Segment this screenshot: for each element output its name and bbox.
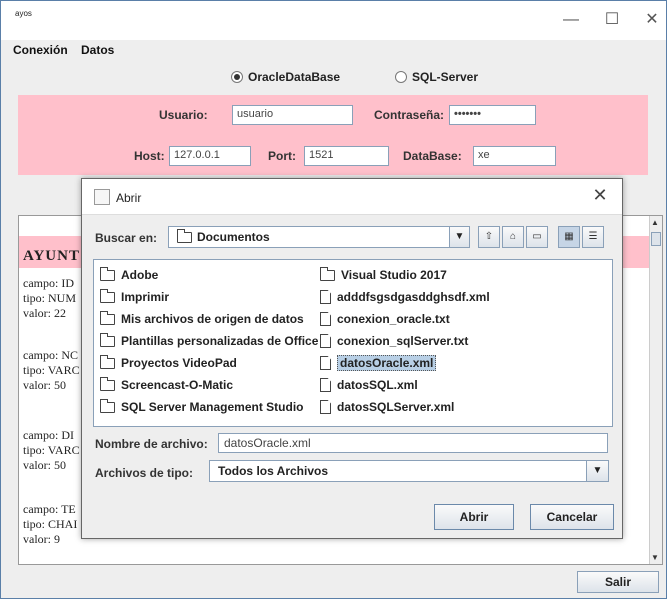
close-button[interactable]: ✕ bbox=[637, 9, 667, 31]
output-line: campo: NC bbox=[23, 348, 78, 362]
output-line: campo: TE bbox=[23, 502, 76, 516]
menu-datos[interactable]: Datos bbox=[81, 43, 114, 57]
port-input[interactable]: 1521 bbox=[304, 146, 389, 166]
minimize-button[interactable]: — bbox=[556, 9, 586, 31]
output-line: tipo: VARC bbox=[23, 443, 80, 457]
new-folder-icon[interactable]: ▭ bbox=[526, 226, 548, 248]
details-view-icon[interactable]: ☰ bbox=[582, 226, 604, 248]
db-type-selector: OracleDataBase SQL-Server bbox=[0, 66, 667, 90]
user-label: Usuario: bbox=[159, 108, 208, 122]
database-input[interactable]: xe bbox=[473, 146, 556, 166]
open-file-dialog: Abrir ✕ Buscar en: Documentos ▼ ⇧ ⌂ ▭ ▦ … bbox=[81, 178, 623, 539]
output-line: valor: 22 bbox=[23, 306, 66, 320]
file-icon bbox=[320, 356, 331, 370]
filename-label: Nombre de archivo: bbox=[95, 437, 208, 451]
cancel-button[interactable]: Cancelar bbox=[530, 504, 614, 530]
look-in-label: Buscar en: bbox=[95, 231, 158, 245]
up-folder-icon[interactable]: ⇧ bbox=[478, 226, 500, 248]
title-bar: ayos — ☐ ✕ bbox=[0, 0, 667, 40]
oracle-radio[interactable]: OracleDataBase bbox=[231, 70, 340, 84]
file-icon bbox=[320, 290, 331, 304]
list-item[interactable]: conexion_oracle.txt bbox=[320, 310, 450, 328]
list-item[interactable]: Plantillas personalizadas de Office bbox=[100, 332, 318, 350]
home-icon[interactable]: ⌂ bbox=[502, 226, 524, 248]
folder-icon bbox=[100, 376, 115, 391]
menu-bar: Conexión Datos bbox=[0, 40, 667, 62]
list-item[interactable]: Screencast-O-Matic bbox=[100, 376, 233, 394]
list-item[interactable]: SQL Server Management Studio bbox=[100, 398, 304, 416]
database-label: DataBase: bbox=[403, 149, 462, 163]
output-line: valor: 50 bbox=[23, 458, 66, 472]
list-item[interactable]: conexion_sqlServer.txt bbox=[320, 332, 468, 350]
output-line: campo: DI bbox=[23, 428, 74, 442]
scroll-thumb[interactable] bbox=[651, 232, 661, 246]
folder-icon bbox=[100, 332, 115, 347]
open-button[interactable]: Abrir bbox=[434, 504, 514, 530]
output-heading: AYUNT bbox=[23, 248, 80, 264]
folder-icon bbox=[100, 354, 115, 369]
salir-button[interactable]: Salir bbox=[577, 571, 659, 593]
file-list[interactable]: Adobe Imprimir Mis archivos de origen de… bbox=[93, 259, 613, 427]
list-item[interactable]: datosSQL.xml bbox=[320, 376, 418, 394]
list-item[interactable]: Proyectos VideoPad bbox=[100, 354, 237, 372]
list-item-selected[interactable]: datosOracle.xml bbox=[320, 354, 437, 372]
port-label: Port: bbox=[268, 149, 296, 163]
sqlserver-radio-label: SQL-Server bbox=[412, 70, 479, 84]
file-icon bbox=[320, 312, 331, 326]
file-icon bbox=[320, 378, 331, 392]
folder-icon bbox=[320, 266, 335, 281]
list-item[interactable]: Visual Studio 2017 bbox=[320, 266, 447, 284]
password-input[interactable]: ••••••• bbox=[449, 105, 536, 125]
radio-selected-icon bbox=[231, 71, 243, 83]
folder-icon bbox=[100, 288, 115, 303]
filetype-combo[interactable]: Todos los Archivos ▼ bbox=[209, 460, 609, 482]
dialog-title-bar: Abrir ✕ bbox=[82, 179, 622, 215]
output-line: tipo: VARC bbox=[23, 363, 80, 377]
folder-icon bbox=[177, 229, 192, 243]
filetype-value: Todos los Archivos bbox=[218, 464, 329, 478]
output-scrollbar[interactable]: ▲ ▼ bbox=[649, 216, 662, 564]
user-input[interactable]: usuario bbox=[232, 105, 353, 125]
radio-unselected-icon bbox=[395, 71, 407, 83]
filetype-label: Archivos de tipo: bbox=[95, 466, 194, 480]
output-line: tipo: NUM bbox=[23, 291, 77, 305]
password-label: Contraseña: bbox=[374, 108, 445, 122]
connection-panel: Usuario: usuario Contraseña: ••••••• Hos… bbox=[18, 95, 648, 175]
list-item[interactable]: Adobe bbox=[100, 266, 158, 284]
host-input[interactable]: 127.0.0.1 bbox=[169, 146, 251, 166]
chevron-down-icon[interactable]: ▼ bbox=[586, 461, 608, 481]
folder-icon bbox=[100, 266, 115, 281]
menu-conexion[interactable]: Conexión bbox=[13, 43, 68, 57]
dialog-close-button[interactable]: ✕ bbox=[588, 185, 612, 206]
sqlserver-radio[interactable]: SQL-Server bbox=[395, 70, 478, 84]
list-view-icon[interactable]: ▦ bbox=[558, 226, 580, 248]
look-in-combo[interactable]: Documentos ▼ bbox=[168, 226, 470, 248]
folder-icon bbox=[100, 310, 115, 325]
list-item[interactable]: datosSQLServer.xml bbox=[320, 398, 454, 416]
scroll-down-icon[interactable]: ▼ bbox=[651, 553, 659, 562]
output-line: tipo: CHAI bbox=[23, 517, 78, 531]
output-line: campo: ID bbox=[23, 276, 74, 290]
dialog-title: Abrir bbox=[116, 191, 142, 205]
window-title: ayos bbox=[15, 9, 32, 18]
chevron-down-icon[interactable]: ▼ bbox=[449, 227, 469, 247]
oracle-radio-label: OracleDataBase bbox=[248, 70, 341, 84]
folder-icon bbox=[100, 398, 115, 413]
file-icon bbox=[320, 400, 331, 414]
java-icon bbox=[94, 189, 110, 205]
filename-input[interactable]: datosOracle.xml bbox=[218, 433, 608, 453]
maximize-button[interactable]: ☐ bbox=[597, 9, 627, 31]
host-label: Host: bbox=[134, 149, 165, 163]
file-icon bbox=[320, 334, 331, 348]
output-line: valor: 50 bbox=[23, 378, 66, 392]
list-item[interactable]: Mis archivos de origen de datos bbox=[100, 310, 304, 328]
list-item[interactable]: adddfsgsdgasddghsdf.xml bbox=[320, 288, 490, 306]
scroll-up-icon[interactable]: ▲ bbox=[651, 218, 659, 227]
list-item[interactable]: Imprimir bbox=[100, 288, 169, 306]
output-line: valor: 9 bbox=[23, 532, 60, 546]
look-in-value: Documentos bbox=[197, 230, 270, 244]
